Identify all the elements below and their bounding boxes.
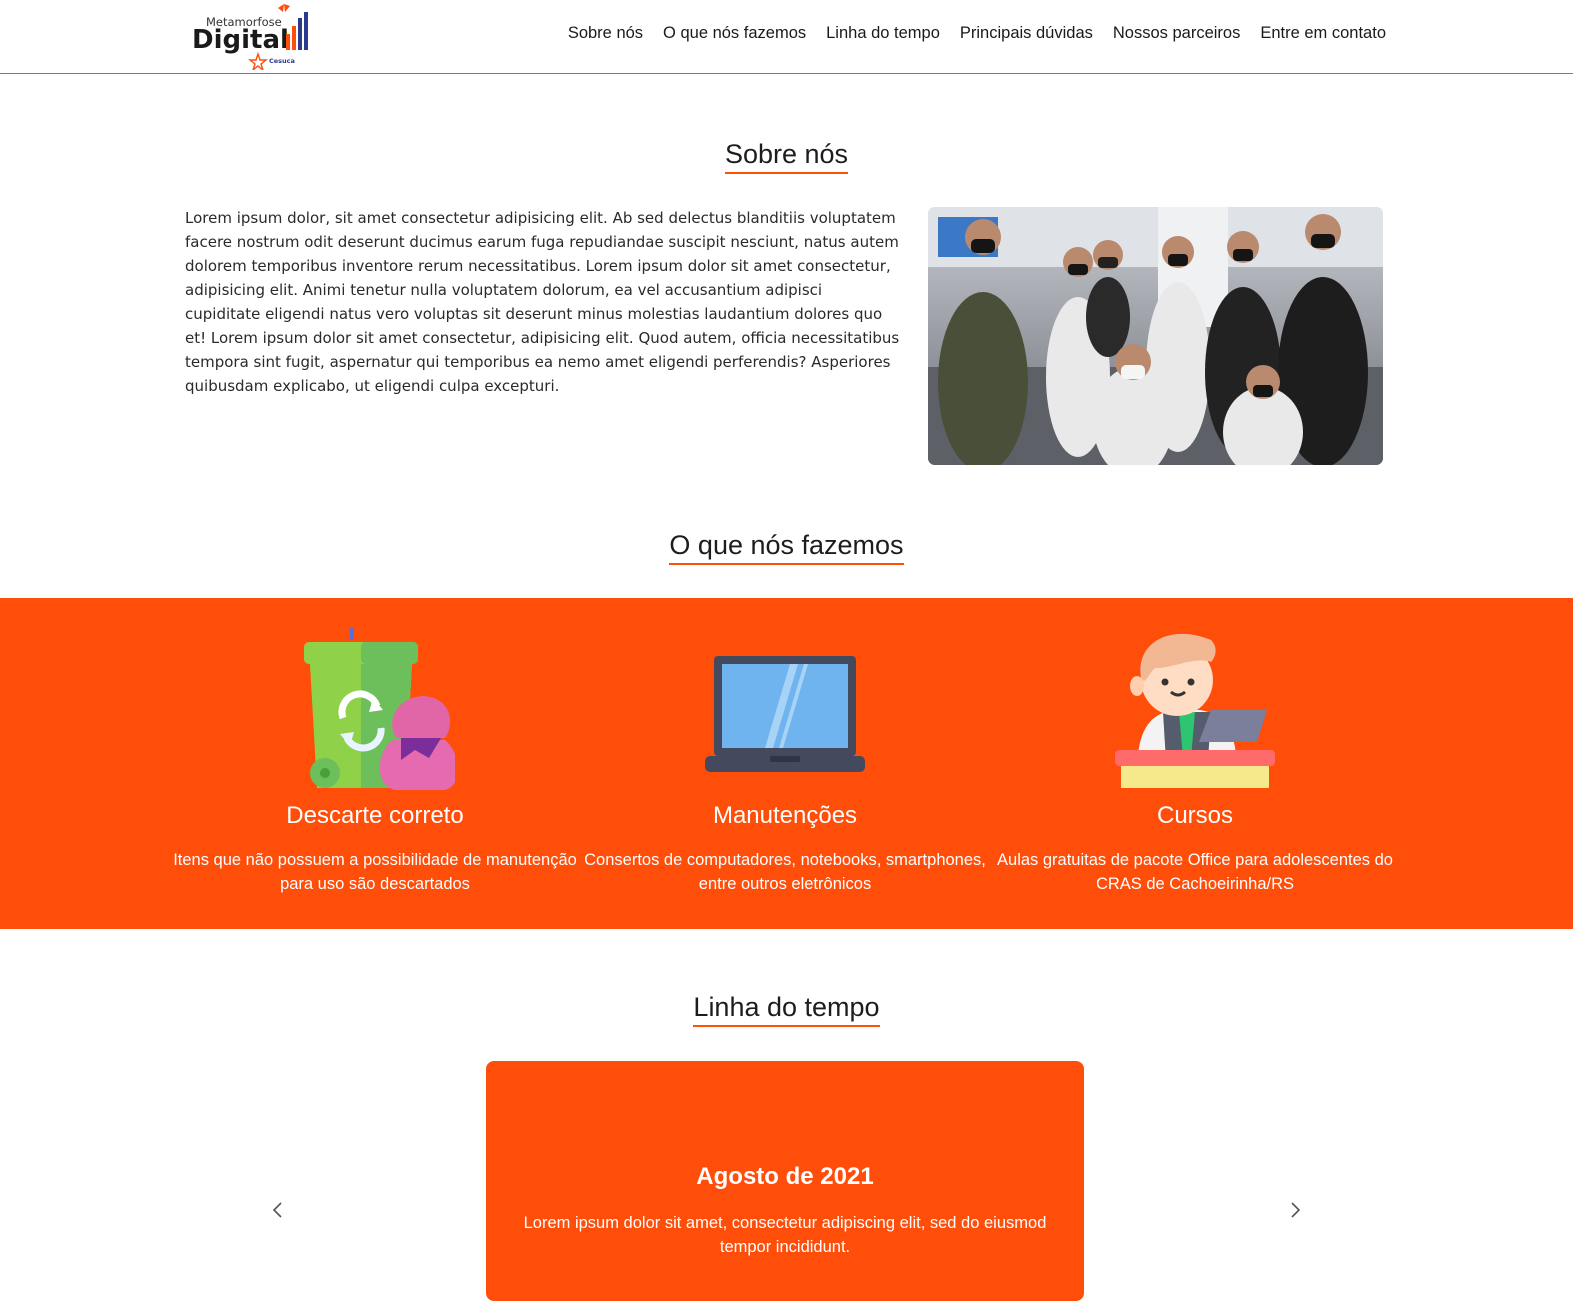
chevron-left-icon: [272, 1202, 282, 1218]
laptop-icon: [705, 628, 865, 790]
nav-sobre-nos[interactable]: Sobre nós: [568, 24, 643, 43]
timeline-section-heading: Linha do tempo: [0, 991, 1573, 1027]
student-at-desk-icon: [1115, 628, 1275, 790]
chevron-right-icon: [1291, 1202, 1301, 1218]
metamorfose-digital-logo[interactable]: Metamorfose Digital Cesuca: [192, 2, 310, 70]
timeline-text: Lorem ipsum dolor sit amet, consectetur …: [523, 1214, 1047, 1256]
team-photo: [928, 207, 1383, 465]
timeline-date: Agosto de 2021: [696, 1163, 874, 1190]
service-description: Aulas gratuitas de pacote Office para ad…: [997, 851, 1393, 893]
about-text: Lorem ipsum dolor, sit amet consectetur …: [185, 209, 900, 395]
service-description: Consertos de computadores, notebooks, sm…: [584, 851, 986, 893]
about-title: Sobre nós: [724, 138, 849, 174]
nav-entre-em-contato[interactable]: Entre em contato: [1260, 24, 1386, 43]
nav-nossos-parceiros[interactable]: Nossos parceiros: [1113, 24, 1240, 43]
services-band: Descarte correto Itens que não possuem a…: [0, 598, 1573, 929]
nav-linha-do-tempo[interactable]: Linha do tempo: [826, 24, 940, 43]
logo-partner: Cesuca: [269, 57, 295, 65]
main-nav: Sobre nós O que nós fazemos Linha do tem…: [568, 24, 1386, 43]
service-title: Cursos: [1156, 802, 1234, 829]
service-title: Descarte correto: [286, 802, 464, 829]
nav-principais-duvidas[interactable]: Principais dúvidas: [960, 24, 1093, 43]
services-section-heading: O que nós fazemos: [0, 529, 1573, 565]
timeline-card: Agosto de 2021 Lorem ipsum dolor sit ame…: [486, 1061, 1084, 1301]
timeline-title: Linha do tempo: [693, 991, 880, 1027]
site-header: Metamorfose Digital Cesuca Sobre nós O q…: [0, 0, 1573, 74]
nav-o-que-fazemos[interactable]: O que nós fazemos: [663, 24, 806, 43]
recycle-bin-icon: [295, 628, 458, 790]
about-section-heading: Sobre nós: [0, 138, 1573, 174]
service-description: Itens que não possuem a possibilidade de…: [173, 851, 577, 893]
service-title: Manutenções: [712, 802, 858, 829]
logo-word-main: Digital: [192, 25, 289, 55]
services-title: O que nós fazemos: [669, 529, 904, 565]
carousel-prev-button[interactable]: [268, 1200, 288, 1220]
carousel-next-button[interactable]: [1285, 1200, 1305, 1220]
